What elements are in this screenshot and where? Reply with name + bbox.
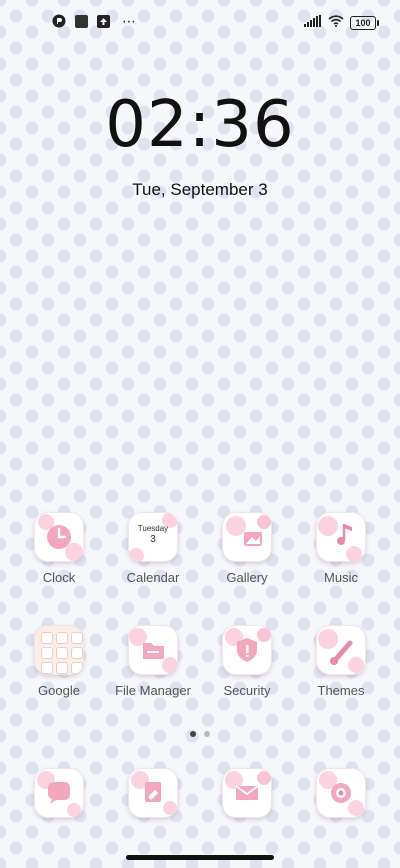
app-label: Google — [38, 683, 80, 698]
gesture-bar[interactable] — [126, 855, 274, 860]
app-label: Security — [223, 683, 271, 698]
calendar-day: 3 — [150, 534, 156, 545]
app-label: Calendar — [126, 570, 180, 585]
dock-mail[interactable] — [202, 768, 292, 818]
signal-icon — [304, 14, 322, 32]
more-notifications-icon: ⋯ — [122, 13, 137, 29]
app-label: Themes — [317, 683, 365, 698]
app-label: Gallery — [226, 570, 268, 585]
square-notification-icon — [74, 14, 88, 28]
dock-camera[interactable] — [296, 768, 386, 818]
app-google[interactable]: Google — [14, 625, 104, 698]
app-row: Google File Manager Security Themes — [0, 625, 400, 725]
shield-icon — [222, 625, 272, 675]
notes-icon — [128, 768, 178, 818]
lockscreen-date[interactable]: Tue, September 3 — [0, 180, 400, 200]
dock-notes[interactable] — [108, 768, 198, 818]
app-clock[interactable]: Clock — [14, 512, 104, 585]
gallery-icon — [222, 512, 272, 562]
brush-icon — [316, 625, 366, 675]
lockscreen-clock[interactable]: 02:36 — [0, 88, 400, 162]
app-gallery[interactable]: Gallery — [202, 512, 292, 585]
mail-icon — [222, 768, 272, 818]
app-music[interactable]: Music — [296, 512, 386, 585]
page-indicator[interactable] — [0, 731, 400, 737]
page-dot[interactable] — [204, 731, 210, 737]
folder-icon — [128, 625, 178, 675]
battery-icon: 100 — [350, 16, 379, 30]
app-notification-icon — [52, 14, 66, 28]
google-folder-icon — [34, 625, 84, 675]
status-bar: ⋯ 100 — [0, 0, 400, 44]
dock — [0, 768, 400, 868]
app-security[interactable]: Security — [202, 625, 292, 698]
clock-icon — [34, 512, 84, 562]
page-dot-active[interactable] — [190, 731, 196, 737]
app-themes[interactable]: Themes — [296, 625, 386, 698]
app-row: Clock Tuesday 3 Calendar Gallery Music — [0, 512, 400, 612]
dock-messages[interactable] — [14, 768, 104, 818]
message-icon — [34, 768, 84, 818]
app-file-manager[interactable]: File Manager — [108, 625, 198, 698]
music-icon — [316, 512, 366, 562]
app-label: File Manager — [115, 683, 191, 698]
camera-icon — [316, 768, 366, 818]
app-calendar[interactable]: Tuesday 3 Calendar — [108, 512, 198, 585]
wifi-icon — [328, 14, 344, 32]
upload-notification-icon — [96, 14, 110, 28]
calendar-icon: Tuesday 3 — [128, 512, 178, 562]
calendar-weekday: Tuesday — [137, 524, 169, 533]
app-label: Clock — [42, 570, 76, 585]
app-label: Music — [324, 570, 358, 585]
